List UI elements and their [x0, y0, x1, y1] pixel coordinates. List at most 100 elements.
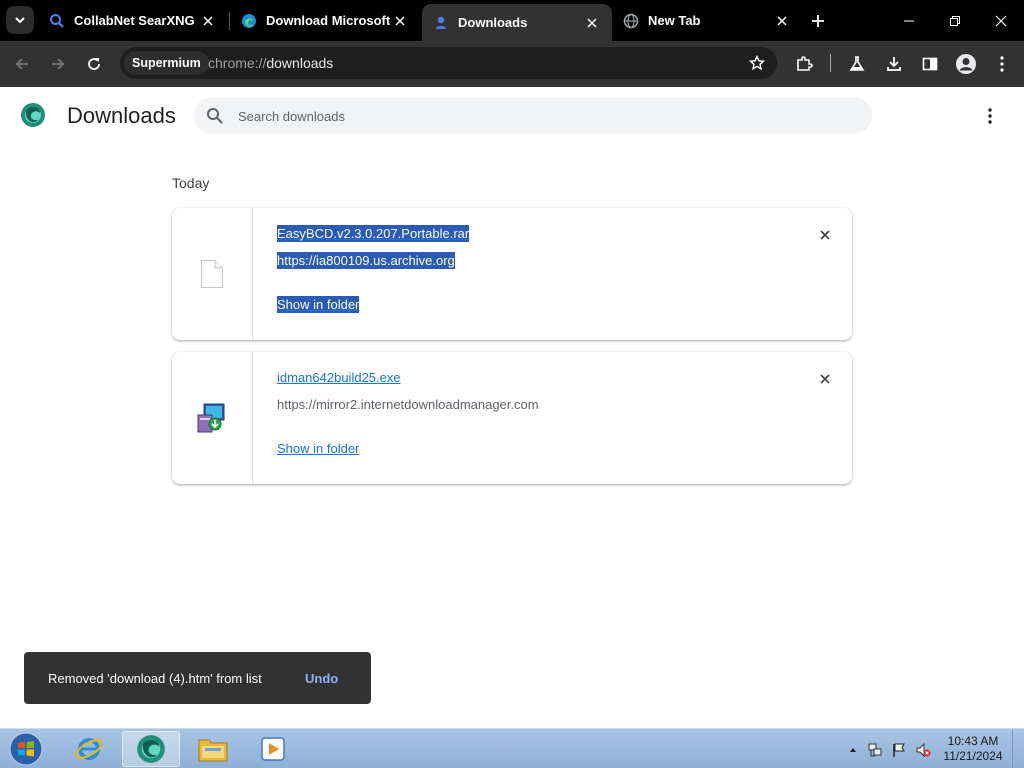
flag-icon — [893, 743, 905, 757]
remove-from-list-button[interactable] — [815, 369, 835, 389]
downloads-button[interactable] — [879, 49, 909, 79]
close-icon — [820, 230, 830, 240]
media-player-icon — [261, 737, 285, 761]
profile-button[interactable] — [951, 49, 981, 79]
close-tab-button[interactable] — [582, 13, 602, 33]
back-button[interactable] — [7, 49, 37, 79]
restore-button[interactable] — [932, 0, 978, 41]
volume-muted-icon — [916, 742, 931, 758]
address-bar[interactable]: Supermium chrome://downloads — [120, 47, 777, 79]
taskbar-internet-explorer[interactable] — [60, 731, 118, 767]
file-icon-column — [172, 352, 253, 484]
puzzle-icon — [797, 56, 813, 71]
download-item: idman642build25.exe https://mirror2.inte… — [172, 352, 852, 484]
more-vert-icon — [988, 108, 992, 124]
windows-logo-icon — [9, 732, 43, 766]
show-in-folder-link[interactable]: Show in folder — [277, 441, 359, 456]
site-chip[interactable]: Supermium — [124, 51, 209, 75]
search-input[interactable] — [238, 106, 838, 126]
toast: Removed 'download (4).htm' from list Und… — [24, 652, 371, 704]
close-icon — [395, 15, 405, 26]
downloads-logo-icon — [21, 103, 45, 127]
tab-search-button[interactable] — [6, 6, 34, 34]
close-icon — [995, 15, 1007, 26]
tab-title: New Tab — [648, 13, 701, 28]
url-host: downloads — [266, 55, 334, 71]
file-name-link[interactable]: EasyBCD.v2.3.0.207.Portable.rar — [277, 225, 470, 242]
browser-menu-button[interactable] — [987, 49, 1017, 79]
installer-icon — [197, 403, 225, 433]
close-tab-button[interactable] — [772, 11, 792, 31]
network-tray-button[interactable] — [867, 742, 883, 758]
tab-download-microsoft[interactable]: Download Microsoft E — [230, 0, 420, 41]
tab-collabnet[interactable]: CollabNet SearXNG — [38, 0, 228, 41]
internet-explorer-icon — [75, 738, 103, 760]
tab-new-tab[interactable]: New Tab — [612, 0, 802, 41]
extensions-button[interactable] — [789, 49, 819, 79]
taskbar-browser[interactable] — [122, 731, 180, 767]
undo-button[interactable]: Undo — [305, 671, 338, 686]
source-url: https://ia800109.us.archive.org — [277, 252, 455, 269]
download-item: EasyBCD.v2.3.0.207.Portable.rar https://… — [172, 208, 852, 340]
side-panel-button[interactable] — [915, 49, 945, 79]
bookmark-button[interactable] — [747, 53, 767, 73]
system-clock[interactable]: 10:43 AM 11/21/2024 — [940, 734, 1006, 764]
taskbar-file-explorer[interactable] — [184, 731, 242, 767]
tab-title: Download Microsoft E — [266, 13, 390, 28]
taskbar: 10:43 AM 11/21/2024 — [0, 728, 1024, 768]
star-icon — [749, 55, 765, 71]
labs-button[interactable] — [842, 49, 872, 79]
edge-icon — [137, 735, 165, 763]
tab-downloads[interactable]: Downloads — [422, 4, 612, 41]
source-url-text: https://ia800109.us.archive.org — [277, 252, 455, 269]
close-tab-button[interactable] — [390, 11, 410, 31]
show-in-folder-link[interactable]: Show in folder — [277, 296, 360, 313]
new-tab-button[interactable] — [806, 9, 830, 33]
close-window-button[interactable] — [978, 0, 1024, 41]
show-in-folder-text: Show in folder — [277, 296, 360, 313]
flask-icon — [849, 56, 865, 71]
globe-icon — [623, 13, 639, 29]
action-center-tray-button[interactable] — [891, 742, 907, 758]
close-icon — [777, 15, 787, 26]
file-name-link[interactable]: idman642build25.exe — [277, 370, 401, 385]
remove-from-list-button[interactable] — [815, 225, 835, 245]
network-icon — [868, 743, 882, 757]
minimize-icon — [904, 20, 914, 21]
show-desktop-button[interactable] — [1012, 729, 1024, 768]
minimize-button[interactable] — [886, 0, 932, 41]
reload-button[interactable] — [79, 49, 109, 79]
forward-button[interactable] — [43, 49, 73, 79]
plus-icon — [812, 15, 824, 27]
show-hidden-icons-button[interactable] — [845, 742, 861, 758]
reload-icon — [88, 58, 100, 70]
avatar-icon — [956, 54, 976, 74]
close-icon — [203, 15, 213, 26]
url-scheme: chrome:// — [208, 55, 267, 71]
clock-time: 10:43 AM — [947, 734, 999, 748]
download-icon — [433, 15, 449, 31]
tab-title: Downloads — [458, 15, 528, 30]
close-icon — [820, 374, 830, 384]
arrow-right-icon — [52, 58, 65, 70]
close-icon — [587, 17, 597, 28]
search-icon — [49, 13, 65, 29]
close-tab-button[interactable] — [198, 11, 218, 31]
chevron-down-icon — [15, 17, 25, 24]
volume-tray-button[interactable] — [915, 742, 931, 758]
source-url: https://mirror2.internetdownloadmanager.… — [277, 397, 539, 412]
tab-title: CollabNet SearXNG — [74, 13, 195, 28]
date-header: Today — [172, 175, 210, 191]
file-icon-column — [172, 208, 253, 340]
file-explorer-icon — [198, 739, 228, 762]
search-bar[interactable] — [194, 97, 872, 134]
restore-icon — [950, 15, 960, 26]
file-name-text: EasyBCD.v2.3.0.207.Portable.rar — [277, 225, 470, 242]
edge-icon — [241, 13, 257, 29]
taskbar-media-player[interactable] — [244, 731, 302, 767]
start-button[interactable] — [4, 731, 48, 767]
downloads-menu-button[interactable] — [978, 104, 1002, 128]
download-icon — [887, 57, 901, 71]
url-text[interactable]: chrome://downloads — [208, 55, 333, 71]
search-icon — [207, 108, 223, 124]
